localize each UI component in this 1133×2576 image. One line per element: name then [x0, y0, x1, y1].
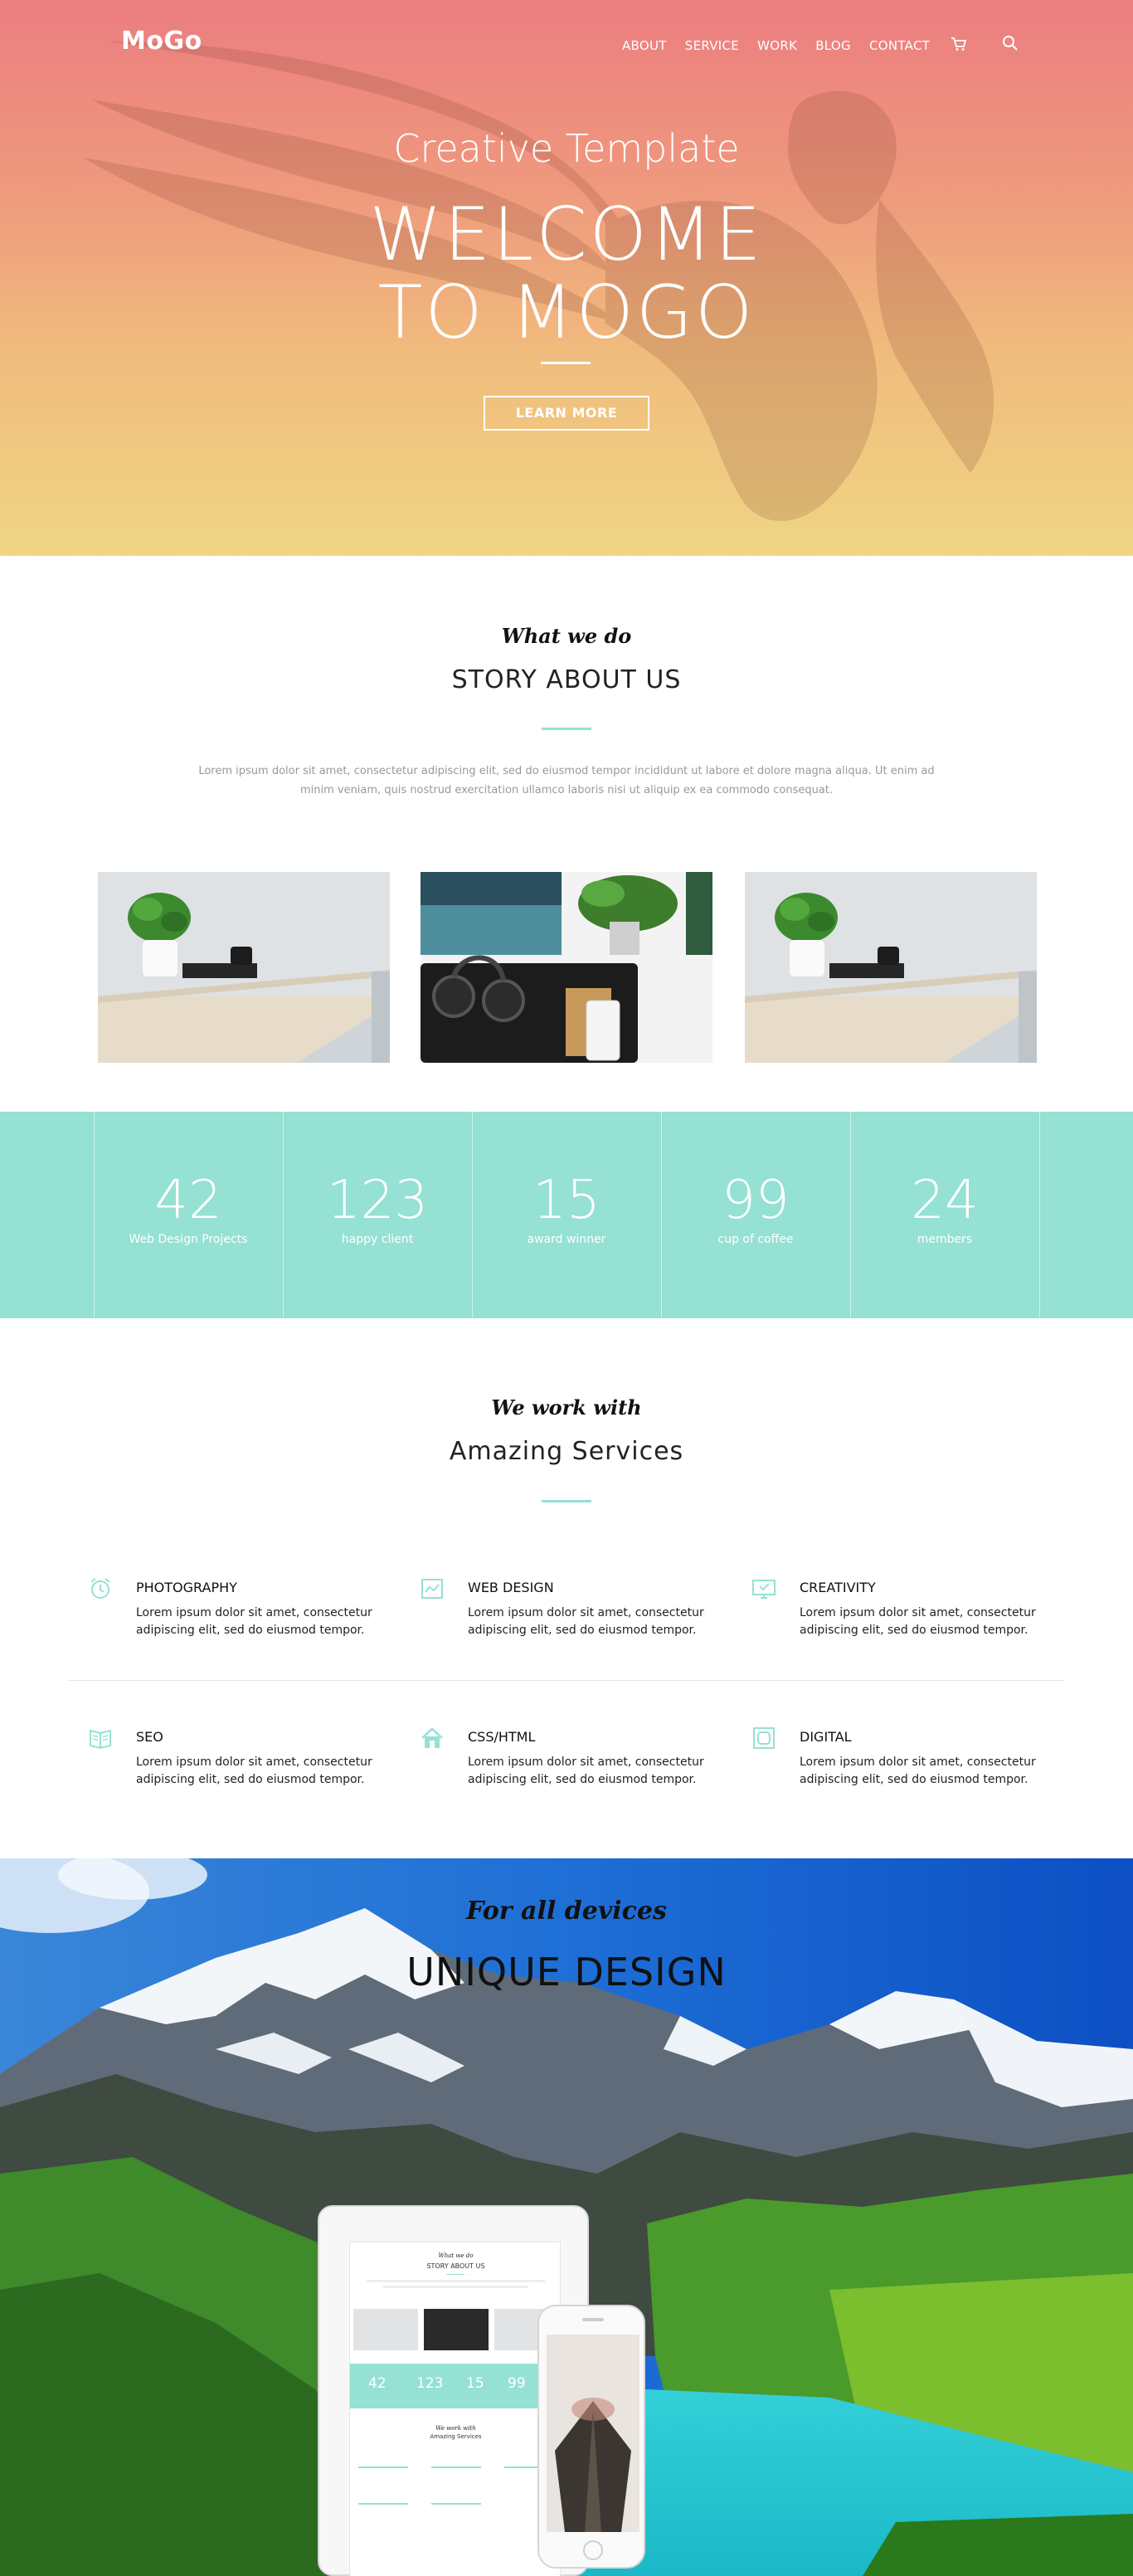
desk-photo-3[interactable] — [745, 872, 1037, 1063]
hero-title-line1: WELCOME — [369, 192, 764, 277]
stat-label: happy client — [341, 1233, 414, 1246]
service-desc: Lorem ipsum dolor sit amet, consectetur … — [468, 1606, 704, 1637]
stat-label: members — [917, 1233, 973, 1246]
phone-eagle-image — [547, 2335, 639, 2532]
hero-subtitle: Creative Template — [393, 126, 740, 171]
services-row-divider — [68, 1680, 1063, 1681]
cart-icon[interactable] — [951, 37, 967, 51]
frame-icon — [753, 1727, 775, 1749]
nav-contact[interactable]: CONTACT — [869, 38, 930, 53]
tablet-screen: What we do STORY ABOUT US 42 123 15 99 W… — [349, 2242, 561, 2576]
tablet-photo — [353, 2309, 418, 2350]
tablet-svc — [358, 2466, 408, 2480]
tablet-svc — [431, 2503, 481, 2516]
stats-section: 42 Web Design Projects 123 happy client … — [0, 1112, 1133, 1318]
nav-service[interactable]: SERVICE — [685, 38, 739, 53]
tablet-photo — [424, 2309, 489, 2350]
stat-value: 99 — [722, 1170, 790, 1231]
stat-value: 24 — [911, 1170, 979, 1231]
search-icon[interactable] — [1002, 35, 1019, 51]
stat-members: 24 members — [850, 1112, 1039, 1318]
service-desc: Lorem ipsum dolor sit amet, consectetur … — [800, 1606, 1036, 1637]
devices-title: UNIQUE DESIGN — [406, 1950, 727, 1994]
about-text: Lorem ipsum dolor sit amet, consectetur … — [198, 765, 935, 796]
alarm-clock-icon — [90, 1578, 110, 1599]
service-title: WEB DESIGN — [468, 1580, 554, 1595]
main-nav: ABOUT SERVICE WORK BLOG CONTACT — [622, 38, 948, 53]
tablet-stat-value: 123 — [416, 2375, 444, 2392]
tablet-svc-eyebrow: We work with — [435, 2425, 476, 2432]
phone-screen — [547, 2335, 639, 2532]
desk-photo-1[interactable] — [98, 872, 390, 1063]
desk-photo-2[interactable] — [421, 872, 712, 1063]
logo[interactable]: MoGo — [121, 27, 202, 56]
desk-plant-image — [98, 872, 390, 1063]
about-divider — [542, 728, 591, 730]
stat-label: award winner — [527, 1233, 606, 1246]
stat-divider — [1039, 1112, 1040, 1318]
about-eyebrow: What we do — [501, 624, 632, 648]
stat-value: 42 — [154, 1170, 222, 1231]
service-title: PHOTOGRAPHY — [136, 1580, 237, 1595]
hero-title-line2: TO MOGO — [377, 270, 756, 355]
hero-section: MoGo ABOUT SERVICE WORK BLOG CONTACT Cre… — [0, 0, 1133, 556]
stat-coffee: 99 cup of coffee — [661, 1112, 850, 1318]
desk-plant-image-2 — [745, 872, 1037, 1063]
services-title: Amazing Services — [449, 1437, 684, 1466]
hero-title: WELCOME TO MOGO — [0, 196, 1133, 352]
headphones-notebook-image — [421, 872, 712, 1063]
book-icon — [90, 1729, 111, 1750]
service-desc: Lorem ipsum dolor sit amet, consectetur … — [468, 1755, 704, 1786]
stat-value: 15 — [532, 1170, 601, 1231]
stat-label: Web Design Projects — [129, 1233, 248, 1246]
tablet-stats: 42 123 15 99 — [350, 2364, 560, 2408]
service-title: SEO — [136, 1729, 163, 1745]
house-icon — [421, 1727, 443, 1748]
stat-projects: 42 Web Design Projects — [94, 1112, 283, 1318]
tablet-stat-value: 15 — [466, 2375, 484, 2392]
stat-clients: 123 happy client — [283, 1112, 472, 1318]
devices-eyebrow: For all devices — [466, 1897, 667, 1926]
tablet-stat-value: 99 — [508, 2375, 526, 2392]
tablet-title: STORY ABOUT US — [426, 2262, 485, 2270]
service-desc: Lorem ipsum dolor sit amet, consectetur … — [800, 1755, 1036, 1786]
stat-awards: 15 award winner — [472, 1112, 661, 1318]
tablet-text — [367, 2280, 545, 2282]
phone-speaker — [582, 2318, 604, 2321]
learn-more-button[interactable]: LEARN MORE — [484, 396, 649, 431]
hero-divider — [541, 362, 591, 364]
stat-label: cup of coffee — [717, 1233, 794, 1246]
tablet-stat-value: 42 — [368, 2375, 387, 2392]
service-title: CSS/HTML — [468, 1729, 536, 1745]
chart-icon — [421, 1579, 443, 1599]
tablet-eyebrow: What we do — [438, 2252, 474, 2259]
services-divider — [542, 1500, 591, 1502]
phone-home-button — [583, 2540, 603, 2560]
tablet-svc-title: Amazing Services — [430, 2433, 482, 2440]
tablet-text — [383, 2286, 528, 2288]
phone-mockup — [537, 2305, 645, 2569]
nav-work[interactable]: WORK — [757, 38, 797, 53]
services-eyebrow: We work with — [491, 1395, 642, 1419]
service-desc: Lorem ipsum dolor sit amet, consectetur … — [136, 1606, 372, 1637]
monitor-icon — [752, 1580, 776, 1599]
nav-blog[interactable]: BLOG — [815, 38, 851, 53]
nav-about[interactable]: ABOUT — [622, 38, 667, 53]
service-title: CREATIVITY — [800, 1580, 876, 1595]
about-title: STORY ABOUT US — [451, 665, 682, 694]
tablet-divider — [446, 2274, 464, 2275]
service-desc: Lorem ipsum dolor sit amet, consectetur … — [136, 1755, 372, 1786]
tablet-svc — [431, 2466, 481, 2480]
stat-value: 123 — [326, 1170, 429, 1231]
tablet-svc — [358, 2503, 408, 2516]
service-title: DIGITAL — [800, 1729, 852, 1745]
